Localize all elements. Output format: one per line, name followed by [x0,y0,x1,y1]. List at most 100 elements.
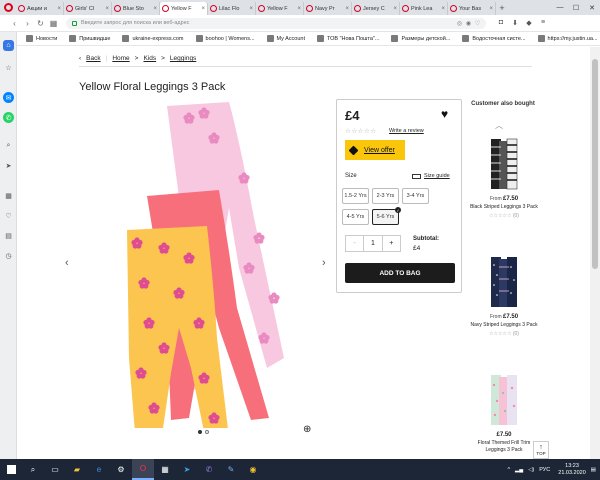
search-sidebar-icon[interactable]: ⌕ [3,140,14,151]
page-scrollbar[interactable] [590,47,600,459]
extension-icon[interactable]: ◆ [522,19,536,27]
explorer-icon[interactable]: ▰ [66,459,88,480]
recs-up-chevron-icon[interactable]: ︿ [495,120,503,131]
tab-close-icon[interactable]: × [201,6,205,12]
volume-icon[interactable]: ◁) [528,467,534,473]
bookmark-item[interactable]: Новости [26,35,57,42]
vpn-icon[interactable]: ◉ [464,20,473,27]
edge-icon[interactable]: e [88,459,110,480]
history-sidebar-icon[interactable]: ◷ [3,250,14,261]
language-indicator[interactable]: РУС [539,467,550,473]
browser-tab[interactable]: Navy Pr × [304,2,352,15]
tray-expand-icon[interactable]: ^ [507,467,510,473]
speed-dial-icon[interactable]: ▦ [47,19,60,28]
recommendation-item[interactable]: £7.50 Floral Themed Frill Trim Leggings … [470,373,538,453]
tab-close-icon[interactable]: × [57,6,61,12]
browser-tab[interactable]: Lilac Flo × [208,2,256,15]
browser-tab[interactable]: Girls' Cl × [64,2,112,15]
snapshot-icon[interactable]: ◎ [455,20,464,27]
gallery-dot[interactable] [205,430,209,434]
size-option-4-5[interactable]: 4-5 Yrs [342,209,369,225]
apps-sidebar-icon[interactable]: ▦ [3,190,14,201]
tab-close-icon[interactable]: × [489,6,493,12]
tab-close-icon[interactable]: × [345,6,349,12]
scrollbar-thumb[interactable] [592,59,598,269]
browser-tab[interactable]: Pink Lea × [400,2,448,15]
browser-tab[interactable]: Blue Sto × [112,2,160,15]
size-option-3-4[interactable]: 3-4 Yrs [402,188,429,204]
bookmark-item[interactable]: Пришвидше [69,35,110,42]
back-nav-icon[interactable]: ‹ [8,19,21,28]
close-window-icon[interactable]: ✕ [584,4,600,12]
speed-dial-sidebar-icon[interactable]: ☆ [3,62,14,73]
calculator-icon[interactable]: ▦ [154,459,176,480]
camera-icon[interactable]: ◘ [494,19,508,27]
reload-icon[interactable]: ↻ [34,19,47,28]
breadcrumb-kids-link[interactable]: Kids [143,55,156,62]
task-view-icon[interactable]: ▭ [44,459,66,480]
bookmark-item[interactable]: boohoo | Womens... [195,35,255,42]
recommendation-item[interactable]: From £7.50 Navy Striped Leggings 3 Pack … [470,255,538,337]
new-tab-button[interactable]: + [496,3,508,13]
size-option-1-5-2[interactable]: 1.5-2 Yrs [342,188,369,204]
tab-close-icon[interactable]: × [153,6,157,12]
download-icon[interactable]: ⬇ [508,19,522,27]
rec-name[interactable]: Navy Striped Leggings 3 Pack [470,322,538,329]
search-taskbar-icon[interactable]: ⌕ [22,459,44,480]
bookmark-item[interactable]: Размеры детской... [391,35,450,42]
back-to-top-button[interactable]: ↑ TOP [533,441,549,459]
add-to-bag-button[interactable]: ADD TO BAG [345,263,455,283]
wishlist-heart-icon[interactable]: ♥ [441,107,448,121]
url-input[interactable]: Введите запрос для поиска или веб-адрес … [66,17,486,29]
home-sidebar-icon[interactable]: ⌂ [3,40,14,51]
viber-icon[interactable]: ✆ [198,459,220,480]
notifications-icon[interactable]: ▤ [591,467,596,473]
view-offer-button[interactable]: View offer [345,140,405,160]
size-option-2-3[interactable]: 2-3 Yrs [372,188,399,204]
forward-nav-icon[interactable]: › [21,19,34,28]
start-button[interactable] [0,465,22,474]
recommendation-item[interactable]: From £7.50 Black Striped Leggings 3 Pack… [470,137,538,219]
tab-close-icon[interactable]: × [105,6,109,12]
maximize-icon[interactable]: ☐ [568,4,584,12]
tab-close-icon[interactable]: × [297,6,301,12]
browser-tab[interactable]: Jersey C × [352,2,400,15]
opera-taskbar-icon[interactable]: O [132,459,154,480]
menu-icon[interactable]: ≡ [536,19,550,27]
system-clock[interactable]: 13:23 21.03.2020 [558,463,586,476]
browser-tab[interactable]: Yellow F × [160,2,208,15]
rec-name[interactable]: Black Striped Leggings 3 Pack [470,204,538,211]
send-sidebar-icon[interactable]: ➤ [3,160,14,171]
gallery-dot[interactable] [198,430,202,434]
settings-taskbar-icon[interactable]: ⚙ [110,459,132,480]
breadcrumb-home-link[interactable]: Home [112,55,129,62]
news-sidebar-icon[interactable]: ▤ [3,230,14,241]
browser-tab[interactable]: Акции и × [16,2,64,15]
tab-close-icon[interactable]: × [393,6,397,12]
network-icon[interactable]: ▂▄ [515,467,523,473]
zoom-icon[interactable]: ⊕ [303,424,311,435]
gallery-prev-icon[interactable]: ‹ [65,257,69,269]
heart-sidebar-icon[interactable]: ♡ [3,210,14,221]
breadcrumb-leggings-link[interactable]: Leggings [170,55,196,62]
rec-name[interactable]: Floral Themed Frill Trim Leggings 3 Pack [470,440,538,453]
browser-tab[interactable]: Your Bas × [448,2,496,15]
bookmark-item[interactable]: Водосточная систе... [462,35,526,42]
chrome-icon[interactable]: ◉ [242,459,264,480]
size-guide-link[interactable]: Size guide [412,173,450,179]
bookmark-item[interactable]: ukraine-express.com [122,35,184,42]
paint-icon[interactable]: ✎ [220,459,242,480]
bookmark-item[interactable]: My Account [266,35,305,42]
quantity-plus-button[interactable]: + [383,236,400,251]
whatsapp-icon[interactable]: ✆ [3,112,14,123]
tab-close-icon[interactable]: × [441,6,445,12]
telegram-icon[interactable]: ➤ [176,459,198,480]
bookmark-heart-icon[interactable]: ♡ [473,20,482,27]
size-option-5-6-selected[interactable]: 5-6 Yrs ✓ [372,207,401,225]
write-review-link[interactable]: Write a review [389,128,424,134]
tab-close-icon[interactable]: × [249,6,253,12]
product-image[interactable] [79,98,329,428]
browser-tab[interactable]: Yellow F × [256,2,304,15]
minimize-icon[interactable]: — [552,4,568,12]
bookmark-item[interactable]: https://my.justin.ua... [537,35,598,42]
